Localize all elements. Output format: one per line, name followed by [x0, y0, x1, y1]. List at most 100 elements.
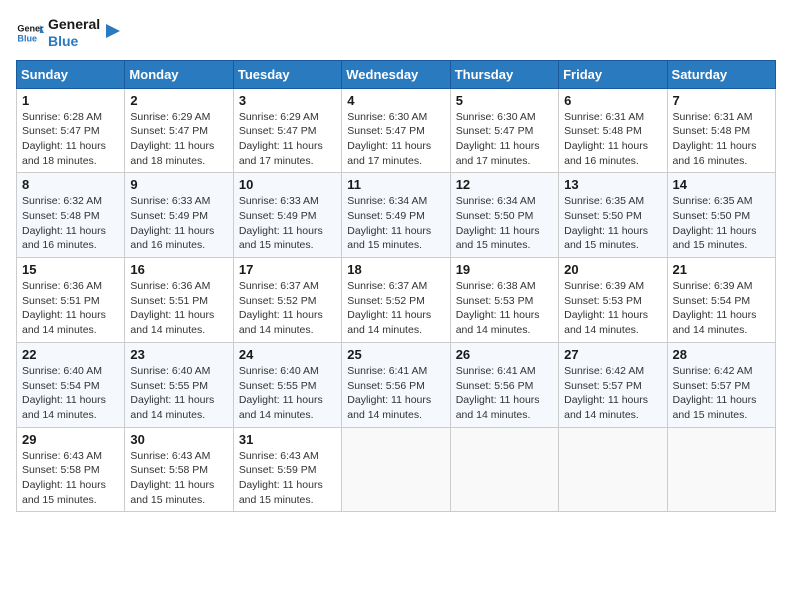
calendar-cell: 15 Sunrise: 6:36 AM Sunset: 5:51 PM Dayli… [17, 258, 125, 343]
calendar-cell: 2 Sunrise: 6:29 AM Sunset: 5:47 PM Daylig… [125, 88, 233, 173]
logo-arrow-icon [102, 20, 124, 42]
day-info: Sunrise: 6:35 AM Sunset: 5:50 PM Dayligh… [673, 194, 770, 253]
calendar-body: 1Sunrise: 6:28 AM Sunset: 5:47 PM Daylig… [17, 88, 776, 512]
day-info: Sunrise: 6:37 AM Sunset: 5:52 PM Dayligh… [347, 279, 444, 338]
calendar-cell: 28 Sunrise: 6:42 AM Sunset: 5:57 PM Dayli… [667, 342, 775, 427]
calendar-cell: 6 Sunrise: 6:31 AM Sunset: 5:48 PM Daylig… [559, 88, 667, 173]
day-number: 7 [673, 93, 770, 108]
calendar-cell: 12 Sunrise: 6:34 AM Sunset: 5:50 PM Dayli… [450, 173, 558, 258]
day-info: Sunrise: 6:39 AM Sunset: 5:53 PM Dayligh… [564, 279, 661, 338]
day-info: Sunrise: 6:39 AM Sunset: 5:54 PM Dayligh… [673, 279, 770, 338]
day-number: 19 [456, 262, 553, 277]
day-number: 22 [22, 347, 119, 362]
day-number: 24 [239, 347, 336, 362]
column-header-saturday: Saturday [667, 60, 775, 88]
day-number: 27 [564, 347, 661, 362]
day-info: Sunrise: 6:34 AM Sunset: 5:49 PM Dayligh… [347, 194, 444, 253]
calendar-cell: 11 Sunrise: 6:34 AM Sunset: 5:49 PM Dayli… [342, 173, 450, 258]
day-number: 25 [347, 347, 444, 362]
day-info: Sunrise: 6:29 AM Sunset: 5:47 PM Dayligh… [130, 110, 227, 169]
day-number: 10 [239, 177, 336, 192]
calendar-cell: 14 Sunrise: 6:35 AM Sunset: 5:50 PM Dayli… [667, 173, 775, 258]
calendar-cell: 4 Sunrise: 6:30 AM Sunset: 5:47 PM Daylig… [342, 88, 450, 173]
day-number: 16 [130, 262, 227, 277]
column-header-friday: Friday [559, 60, 667, 88]
calendar-week-1: 1Sunrise: 6:28 AM Sunset: 5:47 PM Daylig… [17, 88, 776, 173]
page-header: General Blue General Blue [16, 16, 776, 50]
day-info: Sunrise: 6:43 AM Sunset: 5:58 PM Dayligh… [22, 449, 119, 508]
calendar-week-5: 29 Sunrise: 6:43 AM Sunset: 5:58 PM Dayli… [17, 427, 776, 512]
day-info: Sunrise: 6:43 AM Sunset: 5:59 PM Dayligh… [239, 449, 336, 508]
calendar-cell: 21 Sunrise: 6:39 AM Sunset: 5:54 PM Dayli… [667, 258, 775, 343]
day-number: 18 [347, 262, 444, 277]
calendar-cell: 16Sunrise: 6:36 AM Sunset: 5:51 PM Dayli… [125, 258, 233, 343]
day-info: Sunrise: 6:41 AM Sunset: 5:56 PM Dayligh… [347, 364, 444, 423]
column-header-tuesday: Tuesday [233, 60, 341, 88]
day-info: Sunrise: 6:42 AM Sunset: 5:57 PM Dayligh… [673, 364, 770, 423]
calendar-cell [450, 427, 558, 512]
day-number: 28 [673, 347, 770, 362]
calendar-cell: 7Sunrise: 6:31 AM Sunset: 5:48 PM Daylig… [667, 88, 775, 173]
logo-icon: General Blue [16, 19, 44, 47]
calendar-cell: 22Sunrise: 6:40 AM Sunset: 5:54 PM Dayli… [17, 342, 125, 427]
calendar-week-3: 15 Sunrise: 6:36 AM Sunset: 5:51 PM Dayli… [17, 258, 776, 343]
calendar-week-4: 22Sunrise: 6:40 AM Sunset: 5:54 PM Dayli… [17, 342, 776, 427]
day-info: Sunrise: 6:29 AM Sunset: 5:47 PM Dayligh… [239, 110, 336, 169]
day-info: Sunrise: 6:33 AM Sunset: 5:49 PM Dayligh… [239, 194, 336, 253]
day-info: Sunrise: 6:33 AM Sunset: 5:49 PM Dayligh… [130, 194, 227, 253]
day-number: 29 [22, 432, 119, 447]
day-number: 26 [456, 347, 553, 362]
calendar-week-2: 8 Sunrise: 6:32 AM Sunset: 5:48 PM Daylig… [17, 173, 776, 258]
calendar-cell: 27Sunrise: 6:42 AM Sunset: 5:57 PM Dayli… [559, 342, 667, 427]
day-info: Sunrise: 6:41 AM Sunset: 5:56 PM Dayligh… [456, 364, 553, 423]
calendar-cell: 26 Sunrise: 6:41 AM Sunset: 5:56 PM Dayli… [450, 342, 558, 427]
calendar-cell: 3 Sunrise: 6:29 AM Sunset: 5:47 PM Daylig… [233, 88, 341, 173]
calendar-cell: 31 Sunrise: 6:43 AM Sunset: 5:59 PM Dayli… [233, 427, 341, 512]
logo-text-blue: Blue [48, 33, 100, 50]
column-header-thursday: Thursday [450, 60, 558, 88]
calendar-cell: 20 Sunrise: 6:39 AM Sunset: 5:53 PM Dayli… [559, 258, 667, 343]
day-info: Sunrise: 6:30 AM Sunset: 5:47 PM Dayligh… [347, 110, 444, 169]
day-info: Sunrise: 6:35 AM Sunset: 5:50 PM Dayligh… [564, 194, 661, 253]
calendar-cell: 5 Sunrise: 6:30 AM Sunset: 5:47 PM Daylig… [450, 88, 558, 173]
day-info: Sunrise: 6:28 AM Sunset: 5:47 PM Dayligh… [22, 110, 119, 169]
calendar-cell: 18 Sunrise: 6:37 AM Sunset: 5:52 PM Dayli… [342, 258, 450, 343]
calendar-header: SundayMondayTuesdayWednesdayThursdayFrid… [17, 60, 776, 88]
calendar-cell: 23Sunrise: 6:40 AM Sunset: 5:55 PM Dayli… [125, 342, 233, 427]
day-number: 5 [456, 93, 553, 108]
day-number: 23 [130, 347, 227, 362]
day-info: Sunrise: 6:34 AM Sunset: 5:50 PM Dayligh… [456, 194, 553, 253]
day-number: 11 [347, 177, 444, 192]
day-info: Sunrise: 6:40 AM Sunset: 5:55 PM Dayligh… [239, 364, 336, 423]
day-number: 20 [564, 262, 661, 277]
day-number: 31 [239, 432, 336, 447]
logo-text-general: General [48, 16, 100, 33]
day-number: 6 [564, 93, 661, 108]
day-number: 13 [564, 177, 661, 192]
calendar-cell: 25 Sunrise: 6:41 AM Sunset: 5:56 PM Dayli… [342, 342, 450, 427]
day-info: Sunrise: 6:31 AM Sunset: 5:48 PM Dayligh… [564, 110, 661, 169]
day-number: 4 [347, 93, 444, 108]
day-info: Sunrise: 6:43 AM Sunset: 5:58 PM Dayligh… [130, 449, 227, 508]
logo: General Blue General Blue [16, 16, 124, 50]
day-number: 30 [130, 432, 227, 447]
day-number: 8 [22, 177, 119, 192]
calendar-cell: 8 Sunrise: 6:32 AM Sunset: 5:48 PM Daylig… [17, 173, 125, 258]
calendar-cell [559, 427, 667, 512]
day-number: 17 [239, 262, 336, 277]
day-number: 14 [673, 177, 770, 192]
day-info: Sunrise: 6:30 AM Sunset: 5:47 PM Dayligh… [456, 110, 553, 169]
calendar-cell: 17 Sunrise: 6:37 AM Sunset: 5:52 PM Dayli… [233, 258, 341, 343]
calendar-cell: 30 Sunrise: 6:43 AM Sunset: 5:58 PM Dayli… [125, 427, 233, 512]
day-info: Sunrise: 6:32 AM Sunset: 5:48 PM Dayligh… [22, 194, 119, 253]
day-number: 3 [239, 93, 336, 108]
day-number: 15 [22, 262, 119, 277]
day-info: Sunrise: 6:37 AM Sunset: 5:52 PM Dayligh… [239, 279, 336, 338]
calendar-cell: 19Sunrise: 6:38 AM Sunset: 5:53 PM Dayli… [450, 258, 558, 343]
column-header-monday: Monday [125, 60, 233, 88]
day-number: 2 [130, 93, 227, 108]
day-info: Sunrise: 6:36 AM Sunset: 5:51 PM Dayligh… [22, 279, 119, 338]
day-number: 12 [456, 177, 553, 192]
column-header-sunday: Sunday [17, 60, 125, 88]
day-number: 21 [673, 262, 770, 277]
